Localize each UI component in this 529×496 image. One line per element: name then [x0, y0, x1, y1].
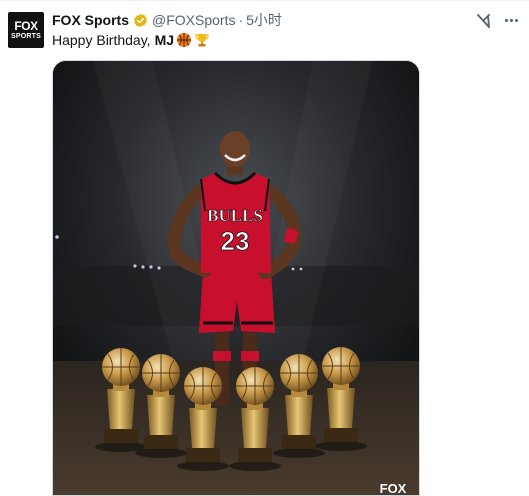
more-dot — [509, 18, 513, 22]
more-dot — [504, 18, 508, 22]
avatar[interactable]: FOX SPORTS — [8, 12, 44, 48]
tweet-card[interactable]: FOX SPORTS FOX Sports @FOXSports · 5小时 H… — [0, 0, 529, 496]
jersey-team-text: BULLS — [207, 206, 263, 225]
more-options-icon[interactable] — [501, 11, 521, 29]
avatar-logo-text: FOX — [14, 19, 38, 33]
tweet-text: Happy Birthday, MJ — [52, 32, 210, 48]
verified-badge-icon — [134, 13, 147, 27]
tweet-text-prefix: Happy Birthday, — [52, 32, 151, 48]
poster-illustration: BULLS 23 FOX — [53, 61, 419, 496]
avatar-logo-subtext: SPORTS — [11, 33, 41, 40]
tweet-media-image[interactable]: BULLS 23 FOX — [52, 60, 420, 496]
jersey-number-text: 23 — [221, 226, 250, 256]
trophy-emoji-icon — [195, 34, 209, 47]
author-name[interactable]: FOX Sports — [52, 12, 129, 28]
author-handle[interactable]: @FOXSports — [152, 12, 235, 28]
separator-dot: · — [238, 12, 244, 28]
timestamp[interactable]: 5小时 — [246, 10, 282, 30]
grok-icon[interactable] — [475, 12, 493, 30]
fox-watermark-text: FOX — [380, 481, 407, 496]
tweet-header: FOX Sports @FOXSports · 5小时 — [52, 11, 282, 29]
more-dot — [514, 18, 518, 22]
tweet-text-bold: MJ — [154, 32, 175, 48]
basketball-emoji-icon — [177, 33, 192, 47]
